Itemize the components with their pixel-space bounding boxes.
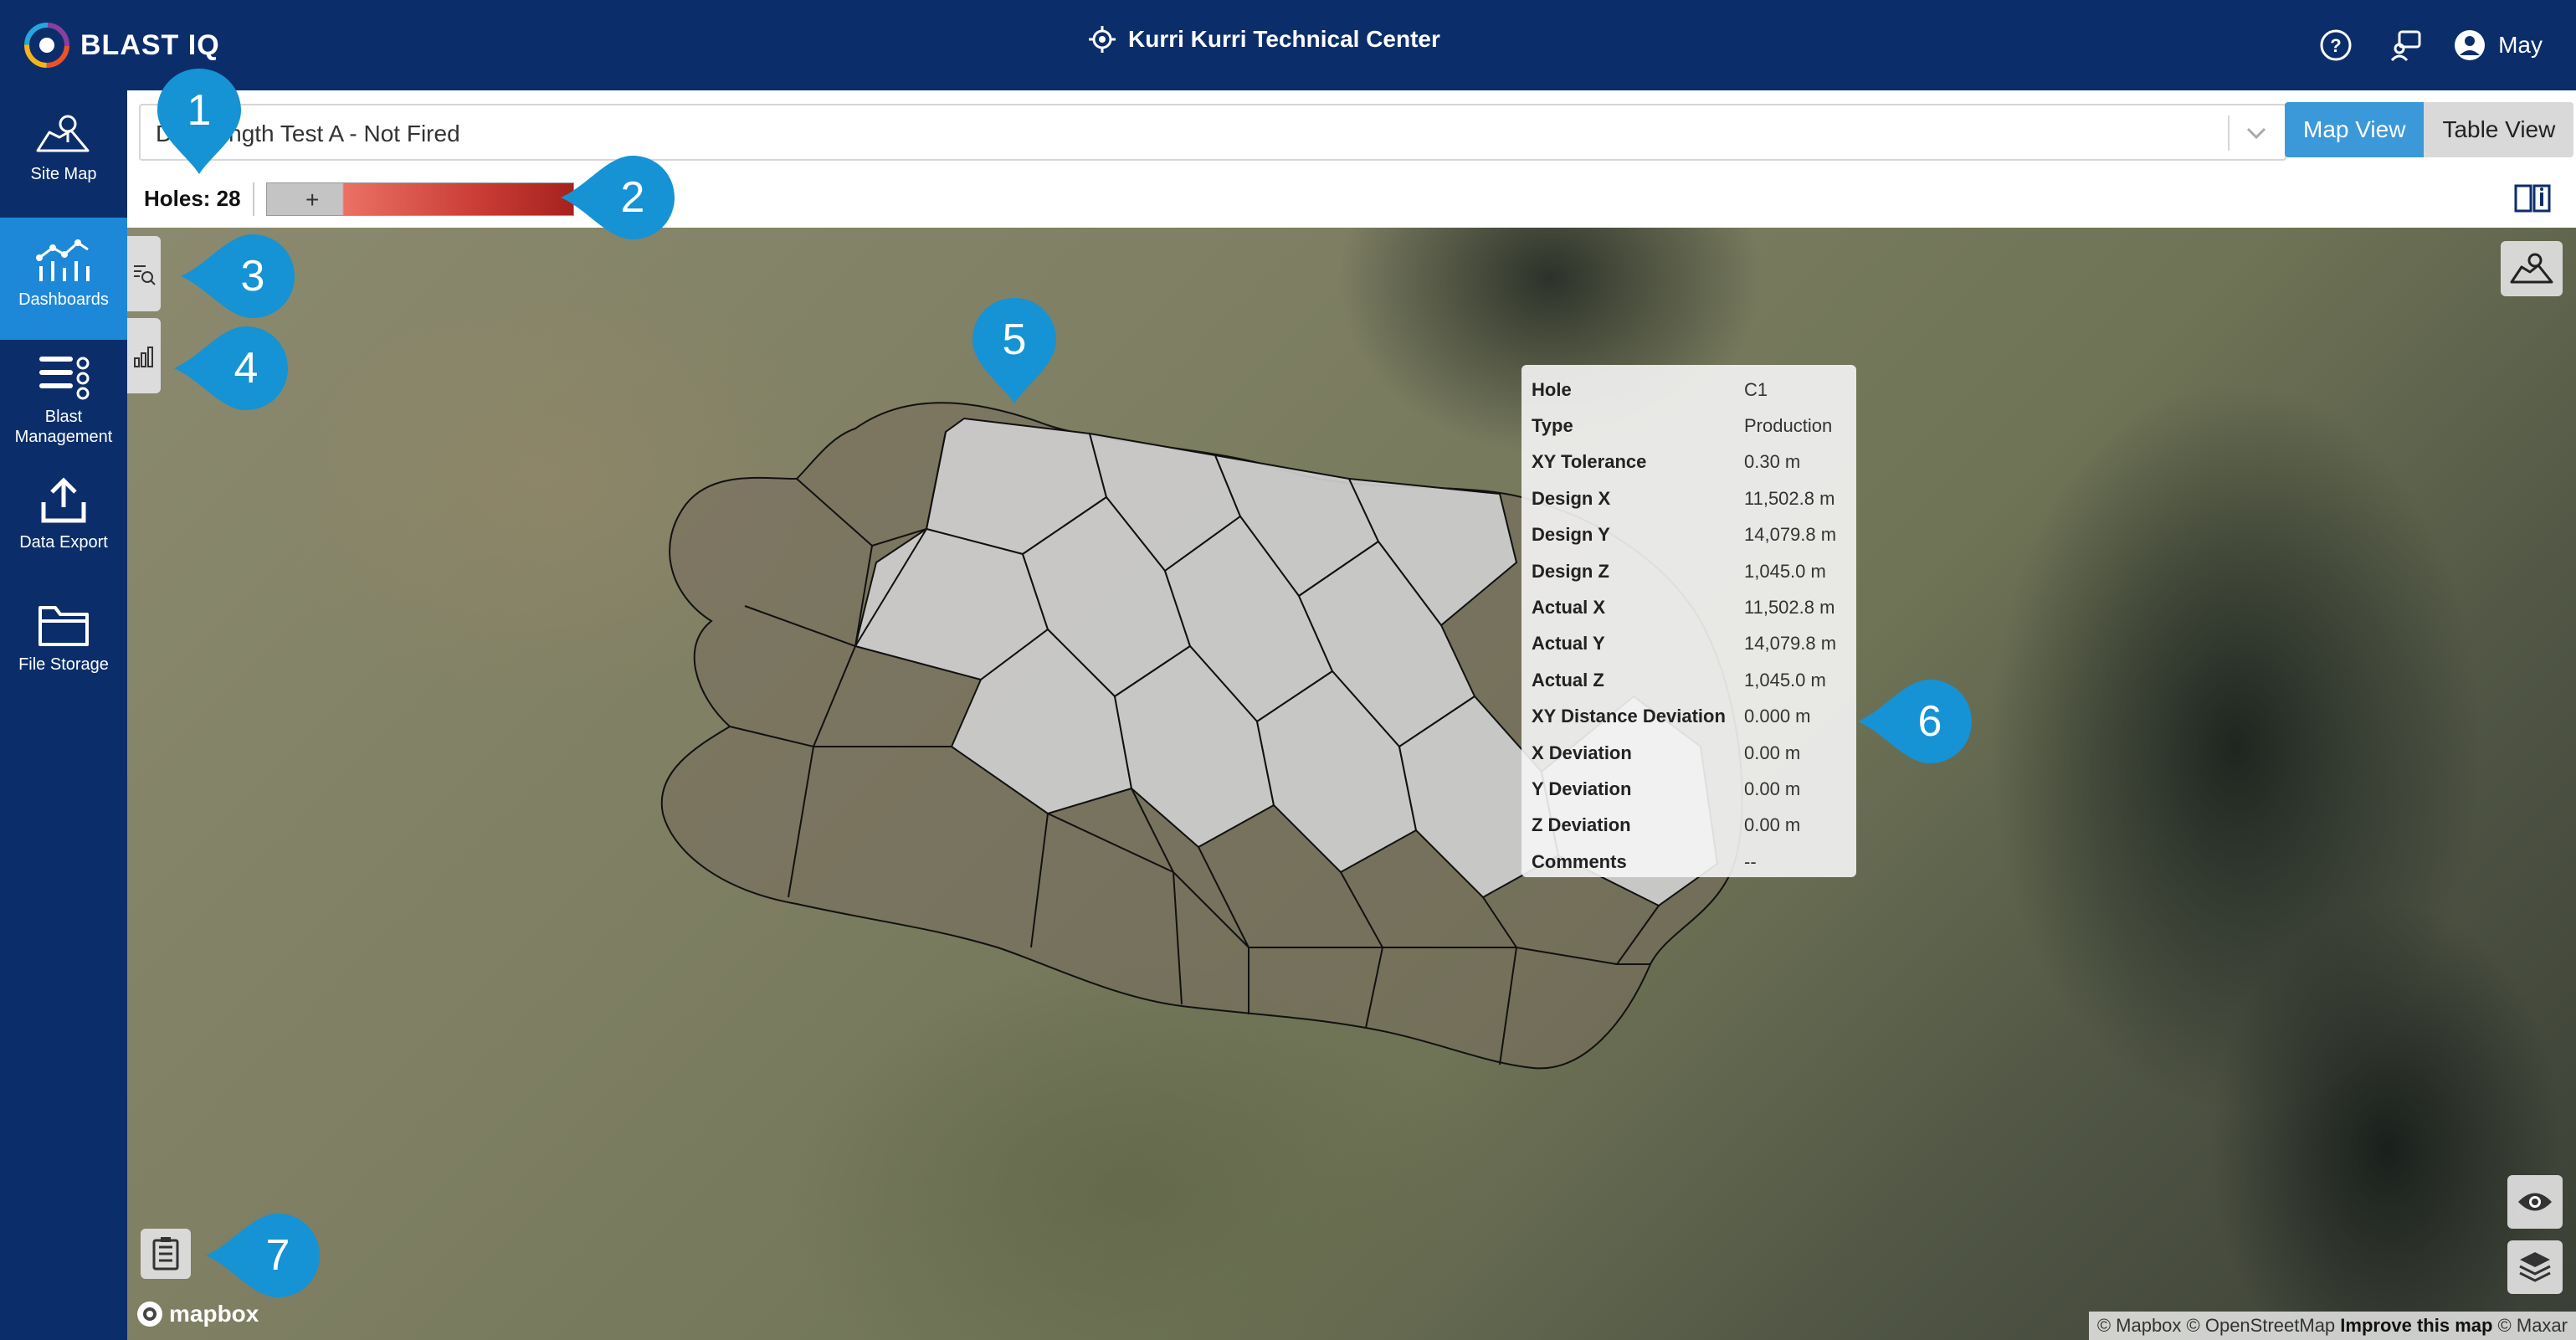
filter-panel-tab[interactable] xyxy=(127,236,161,311)
tooltip-row: X Deviation 0.00 m xyxy=(1532,742,1801,763)
callout-number: 2 xyxy=(620,173,645,222)
sidebar-item-site-map[interactable]: Site Map xyxy=(0,112,127,213)
callout-1: 1 xyxy=(156,67,243,174)
blast-select[interactable]: Drill Length Test A - Not Fired xyxy=(139,104,2286,161)
callout-number: 3 xyxy=(240,252,265,300)
tooltip-row: Design Y 14,079.8 m xyxy=(1532,524,1837,546)
legend-marker: + xyxy=(305,187,320,213)
select-divider xyxy=(2228,116,2230,151)
tooltip-row: XY Tolerance 0.30 m xyxy=(1532,451,1801,473)
map-attribution: © Mapbox © OpenStreetMap Improve this ma… xyxy=(2088,1312,2576,1340)
map-style-button[interactable] xyxy=(2501,241,2563,296)
sidebar-item-data-export[interactable]: Data Export xyxy=(0,477,127,578)
sidebar-item-dashboards[interactable]: Dashboards xyxy=(0,218,127,340)
view-toggle: Map View Table View xyxy=(2285,102,2574,157)
site-title: Kurri Kurri Technical Center xyxy=(1128,26,1440,52)
callout-4: 4 xyxy=(174,325,288,412)
eye-icon xyxy=(2518,1193,2552,1211)
clipboard-list-icon xyxy=(152,1237,179,1271)
mapbox-label: mapbox xyxy=(169,1301,259,1327)
color-legend-bar[interactable]: + xyxy=(266,182,574,216)
layers-button[interactable] xyxy=(2507,1240,2563,1294)
help-button[interactable]: ? xyxy=(2312,22,2359,69)
site-map-icon xyxy=(36,115,90,152)
divider xyxy=(253,182,254,216)
callout-number: 6 xyxy=(1917,697,1942,746)
callout-number: 7 xyxy=(265,1231,290,1280)
tooltip-row: Actual X 11,502.8 m xyxy=(1532,597,1835,619)
tooltip-row: Z Deviation 0.00 m xyxy=(1532,814,1801,836)
sidebar-item-label: Blast Management xyxy=(14,408,113,446)
tooltip-row: XY Distance Deviation 0.000 m xyxy=(1532,706,1811,727)
bar-chart-icon xyxy=(134,347,153,367)
blastiq-logo-icon xyxy=(24,23,69,68)
legend-book-icon[interactable] xyxy=(2512,181,2553,214)
mapbox-logo[interactable]: mapbox xyxy=(136,1300,259,1328)
tooltip-row: Actual Z 1,045.0 m xyxy=(1532,669,1826,691)
tooltip-row: Actual Y 14,079.8 m xyxy=(1532,633,1837,655)
attribution-text: © Maxar xyxy=(2492,1315,2568,1336)
blast-pattern[interactable] xyxy=(127,228,2576,1340)
user-avatar-icon xyxy=(2455,30,2486,60)
callout-2: 2 xyxy=(561,154,675,241)
user-name: May xyxy=(2498,32,2543,58)
layers-stack-icon xyxy=(2519,1252,2551,1282)
sidebar-item-label: Dashboards xyxy=(18,290,109,309)
tooltip-row: Y Deviation 0.00 m xyxy=(1532,778,1801,799)
table-view-button[interactable]: Table View xyxy=(2424,102,2574,157)
map-view-button[interactable]: Map View xyxy=(2285,102,2425,157)
dashboards-icon xyxy=(36,239,90,281)
help-icon: ? xyxy=(2320,29,2352,61)
file-storage-icon xyxy=(38,606,89,646)
sidebar-item-file-storage[interactable]: File Storage xyxy=(0,601,127,701)
tooltip-row: Design X 11,502.8 m xyxy=(1532,487,1835,509)
visibility-button[interactable] xyxy=(2507,1175,2563,1229)
svg-text:?: ? xyxy=(2330,35,2341,56)
callout-number: 1 xyxy=(187,86,212,135)
support-chat-icon xyxy=(2390,30,2421,62)
tooltip-row: Type Production xyxy=(1532,415,1833,437)
callout-7: 7 xyxy=(206,1212,320,1299)
map-layers-icon xyxy=(2510,253,2553,284)
sidebar: Site Map Dashboards Blast Management Dat… xyxy=(0,90,127,1340)
app-logo[interactable]: BLAST IQ xyxy=(22,20,220,70)
sidebar-item-label: File Storage xyxy=(18,655,109,674)
attribution-text: © Mapbox © OpenStreetMap xyxy=(2096,1315,2341,1336)
holes-count: Holes: 28 xyxy=(144,186,241,211)
support-button[interactable] xyxy=(2383,22,2430,69)
data-export-icon xyxy=(41,477,86,523)
location-target-icon xyxy=(1089,26,1116,53)
user-menu[interactable]: May xyxy=(2453,28,2543,62)
sidebar-item-label: Data Export xyxy=(19,533,108,552)
blast-header: Drill Length Test A - Not Fired Map View… xyxy=(127,90,2576,228)
callout-5: 5 xyxy=(971,296,1058,403)
callout-3: 3 xyxy=(181,233,295,320)
callout-6: 6 xyxy=(1858,678,1972,765)
tooltip-row: Hole C1 xyxy=(1532,378,1768,400)
map-canvas[interactable]: Hole C1 Type Production XY Tolerance 0.30 m… xyxy=(127,228,2576,1340)
mapbox-icon xyxy=(137,1301,162,1327)
tooltip-row: Design Z 1,045.0 m xyxy=(1532,560,1826,582)
charts-panel-tab[interactable] xyxy=(127,318,161,393)
hole-info-tooltip: Hole C1 Type Production XY Tolerance 0.30 m… xyxy=(1521,365,1856,877)
logo-text: BLAST IQ xyxy=(80,28,220,61)
sidebar-item-label: Site Map xyxy=(30,165,97,183)
report-button[interactable] xyxy=(141,1229,191,1279)
filter-search-icon xyxy=(134,265,156,285)
top-bar: BLAST IQ Kurri Kurri Technical Center ? xyxy=(0,0,2576,90)
blast-management-icon xyxy=(39,357,90,400)
callout-number: 4 xyxy=(233,344,259,393)
chevron-down-icon[interactable] xyxy=(2243,119,2270,146)
site-selector[interactable]: Kurri Kurri Technical Center xyxy=(1088,25,1440,54)
improve-map-link[interactable]: Improve this map xyxy=(2340,1315,2492,1336)
tooltip-row: Comments -- xyxy=(1532,850,1757,872)
sidebar-item-blast-management[interactable]: Blast Management xyxy=(0,347,127,455)
callout-number: 5 xyxy=(1002,316,1027,364)
